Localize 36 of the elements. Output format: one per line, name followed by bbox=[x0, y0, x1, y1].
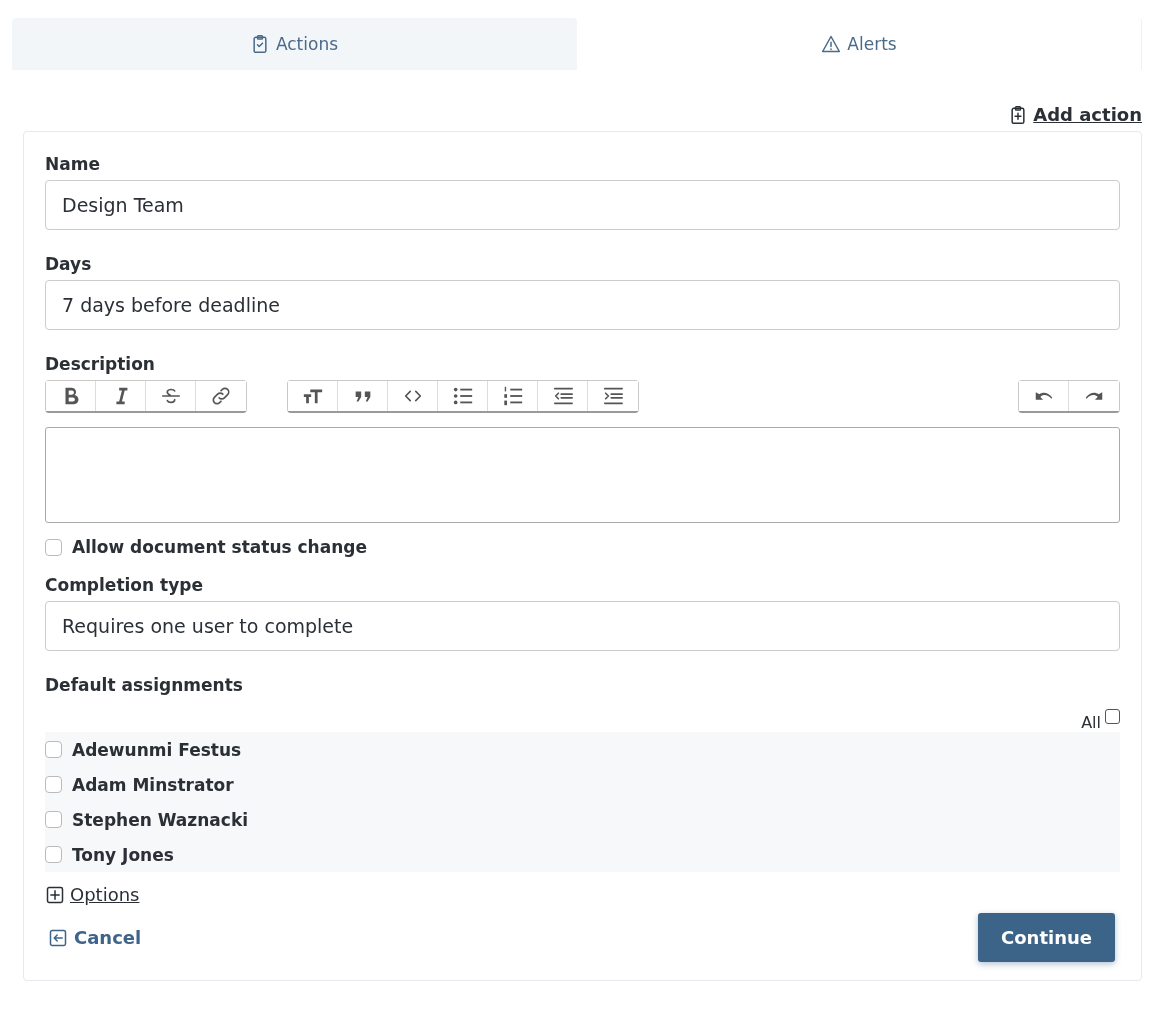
arrow-left-box-icon bbox=[48, 927, 68, 948]
add-action-link[interactable]: Add action bbox=[1008, 104, 1142, 125]
checkbox-label: Allow document status change bbox=[72, 537, 367, 557]
input-field[interactable]: 7 days before deadline bbox=[45, 280, 1120, 330]
field-label: Name bbox=[45, 154, 101, 174]
toolbar-button[interactable] bbox=[46, 381, 96, 411]
user-name: Stephen Waznacki bbox=[72, 809, 249, 830]
tab[interactable]: Actions bbox=[12, 18, 577, 70]
user-name: Adewunmi Festus bbox=[72, 739, 242, 760]
all-label: All bbox=[1081, 713, 1101, 732]
options-link[interactable]: Options bbox=[45, 884, 140, 905]
outdent-icon bbox=[551, 385, 574, 407]
select-field[interactable]: Requires one user to complete bbox=[45, 601, 1120, 651]
checkbox[interactable] bbox=[45, 741, 62, 758]
checkbox[interactable] bbox=[45, 538, 62, 556]
checkbox[interactable] bbox=[45, 811, 62, 828]
input-field[interactable]: Design Team bbox=[45, 180, 1120, 230]
toolbar-button[interactable] bbox=[288, 381, 338, 411]
cancel-link[interactable]: Cancel bbox=[48, 927, 142, 948]
numbered-list-icon bbox=[501, 385, 524, 407]
link-icon bbox=[210, 385, 232, 407]
toolbar-button[interactable] bbox=[1019, 381, 1069, 411]
field-label: Completion type bbox=[45, 575, 204, 595]
checkbox[interactable] bbox=[45, 846, 62, 863]
bullet-list-icon bbox=[451, 385, 474, 407]
warning-icon bbox=[821, 34, 842, 54]
field-label: Description bbox=[45, 354, 156, 374]
continue-button[interactable]: Continue bbox=[978, 913, 1115, 962]
plus-square-icon bbox=[45, 884, 65, 905]
checkbox[interactable] bbox=[45, 776, 62, 793]
user-name: Adam Minstrator bbox=[72, 774, 234, 795]
checkbox[interactable] bbox=[1105, 709, 1120, 724]
field-label: Default assignments bbox=[45, 675, 244, 695]
indent-icon bbox=[602, 385, 624, 407]
user-name: Tony Jones bbox=[72, 844, 174, 865]
field-label: Days bbox=[45, 254, 93, 274]
